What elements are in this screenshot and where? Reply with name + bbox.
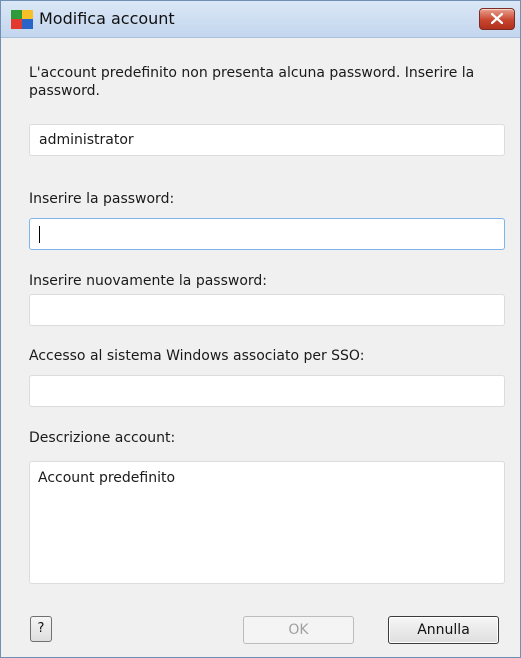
window-title: Modifica account (39, 9, 175, 28)
close-button[interactable] (479, 8, 515, 30)
confirm-password-label: Inserire nuovamente la password: (29, 273, 268, 289)
description-label: Descrizione account: (29, 430, 176, 446)
cancel-button[interactable]: Annulla (388, 616, 499, 644)
sso-field[interactable] (29, 375, 505, 407)
password-label: Inserire la password: (29, 191, 175, 207)
ok-button[interactable]: OK (243, 616, 354, 644)
text-caret (39, 226, 40, 243)
description-field[interactable]: Account predefinito (29, 461, 505, 584)
dialog-content: L'account predefinito non presenta alcun… (1, 38, 520, 657)
username-field[interactable]: administrator (29, 124, 505, 156)
info-message: L'account predefinito non presenta alcun… (29, 65, 475, 99)
avg-logo-icon (11, 10, 33, 29)
title-bar[interactable]: Modifica account (1, 1, 520, 38)
close-icon (491, 13, 503, 24)
password-field[interactable] (29, 218, 505, 250)
help-button[interactable]: ? (30, 616, 52, 642)
sso-label: Accesso al sistema Windows associato per… (29, 348, 365, 364)
confirm-password-field[interactable] (29, 294, 505, 326)
dialog-window: Modifica account L'account predefinito n… (0, 0, 521, 658)
